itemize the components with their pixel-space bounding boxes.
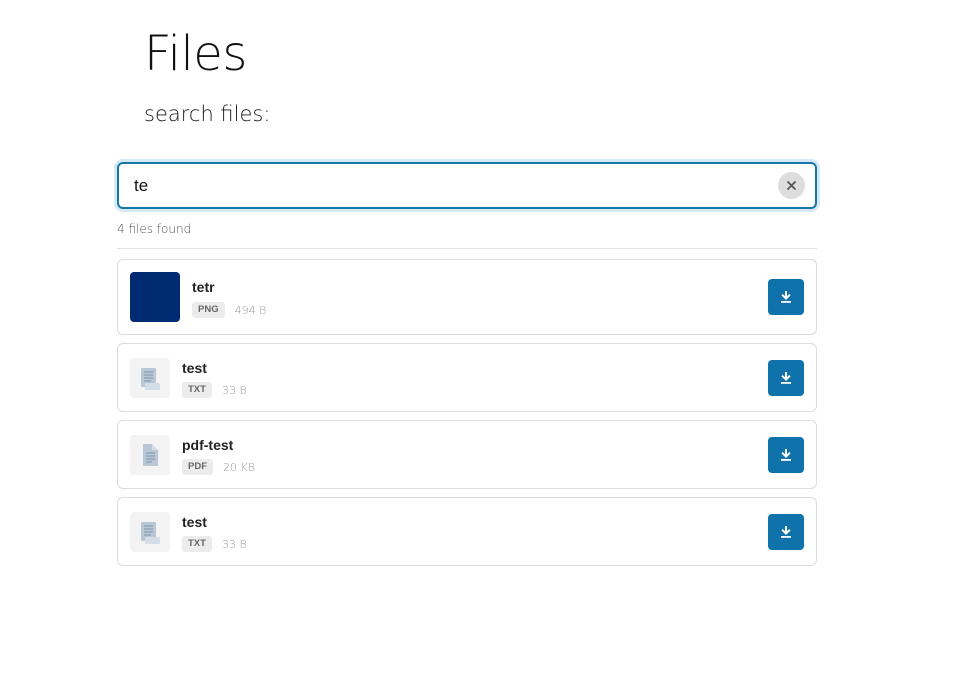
file-name: pdf-test	[182, 437, 234, 453]
file-item: pdf-test PDF 20 KB	[117, 420, 817, 489]
divider	[117, 248, 817, 249]
file-type-badge: TXT	[182, 382, 212, 398]
file-item: test TXT 33 B	[117, 343, 817, 412]
download-button[interactable]	[768, 514, 804, 550]
file-type-badge: PNG	[192, 302, 225, 318]
download-button[interactable]	[768, 437, 804, 473]
file-item: test TXT 33 B	[117, 497, 817, 566]
download-icon	[781, 526, 791, 538]
search-label: search files:	[144, 102, 271, 126]
search-input[interactable]	[134, 164, 774, 207]
pdf-file-icon	[130, 435, 170, 475]
results-count: 4 files found	[117, 222, 192, 236]
download-icon	[781, 372, 791, 384]
download-button[interactable]	[768, 279, 804, 315]
file-type-badge: PDF	[182, 459, 213, 475]
clear-search-button[interactable]	[778, 172, 805, 199]
file-type-badge: TXT	[182, 536, 212, 552]
file-meta: TXT 33 B	[182, 382, 247, 398]
text-file-icon	[130, 512, 170, 552]
file-size: 20 KB	[223, 460, 255, 474]
file-item: tetr PNG 494 B	[117, 259, 817, 335]
file-size: 494 B	[234, 303, 267, 317]
file-name: test	[182, 514, 207, 530]
search-box	[117, 162, 817, 209]
file-meta: TXT 33 B	[182, 536, 247, 552]
file-size: 33 B	[221, 537, 247, 551]
image-thumbnail	[130, 272, 180, 322]
download-icon	[781, 291, 791, 303]
download-icon	[781, 449, 791, 461]
file-meta: PDF 20 KB	[182, 459, 255, 475]
text-file-icon	[130, 358, 170, 398]
file-name: test	[182, 360, 207, 376]
close-icon	[787, 181, 796, 190]
download-button[interactable]	[768, 360, 804, 396]
page-title: Files	[144, 26, 247, 82]
file-name: tetr	[192, 279, 215, 295]
file-size: 33 B	[221, 383, 247, 397]
file-meta: PNG 494 B	[192, 302, 266, 318]
